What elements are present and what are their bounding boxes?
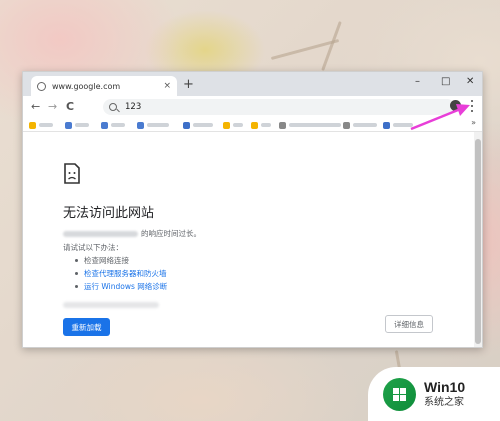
bookmark-item[interactable] (223, 120, 243, 130)
tab-title: www.google.com (52, 81, 121, 91)
close-tab-icon[interactable]: × (163, 81, 171, 91)
back-button[interactable]: ← (31, 99, 40, 115)
suggestions-label: 请试试以下办法： (63, 243, 123, 252)
browser-window: www.google.com × + – □ ✕ ← → C 123 » 无法访… (22, 71, 483, 348)
bookmarks-bar: » (23, 118, 482, 132)
bookmark-item[interactable] (343, 120, 377, 130)
maximize-button[interactable]: □ (441, 75, 450, 89)
bookmark-item[interactable] (65, 120, 89, 130)
close-window-button[interactable]: ✕ (466, 75, 474, 89)
bookmark-item[interactable] (101, 120, 125, 130)
globe-icon (37, 81, 46, 91)
badge-title: Win10 (424, 378, 466, 395)
error-title: 无法访问此网站 (63, 206, 155, 221)
sad-page-icon (64, 163, 80, 184)
forward-button[interactable]: → (48, 99, 57, 115)
address-bar[interactable]: 123 (103, 99, 455, 115)
scrollbar-thumb[interactable] (475, 139, 481, 344)
minimize-button[interactable]: – (415, 75, 420, 89)
search-icon (109, 103, 117, 111)
bookmark-item[interactable] (279, 120, 341, 130)
address-bar-value: 123 (125, 102, 142, 112)
tab-strip: www.google.com × + – □ ✕ (23, 72, 482, 96)
bullet-icon (75, 259, 78, 262)
bookmarks-more-icon[interactable]: » (471, 118, 476, 127)
bookmark-item[interactable] (183, 120, 213, 130)
more-menu-icon[interactable] (470, 99, 474, 113)
background-branch (321, 21, 342, 71)
error-description-text: 的响应时间过长。 (141, 229, 201, 238)
reload-button[interactable]: C (66, 99, 74, 115)
suggestion-item: 检查网络连接 (75, 254, 167, 267)
blurred-error-code (63, 302, 159, 308)
suggestions-list: 检查网络连接 检查代理服务器和防火墙 运行 Windows 网络诊断 (75, 254, 167, 293)
suggestion-link[interactable]: 运行 Windows 网络诊断 (75, 280, 167, 293)
bookmark-item[interactable] (137, 120, 169, 130)
bookmark-item[interactable] (29, 120, 53, 130)
bullet-icon (75, 272, 78, 275)
blurred-hostname (63, 230, 138, 237)
browser-tab[interactable]: www.google.com × (31, 76, 177, 96)
details-button[interactable]: 详细信息 (385, 315, 433, 333)
bullet-icon (75, 285, 78, 288)
windows-logo-icon (383, 377, 416, 411)
error-description: 的响应时间过长。 (63, 228, 201, 239)
error-page: 无法访问此网站 的响应时间过长。 请试试以下办法： 检查网络连接 检查代理服务器… (23, 132, 482, 347)
win10-badge: Win10 系统之家 (368, 367, 500, 421)
bookmark-item[interactable] (251, 120, 271, 130)
bookmark-item[interactable] (383, 120, 413, 130)
reload-page-button[interactable]: 重新加载 (63, 318, 110, 336)
browser-toolbar: ← → C 123 (23, 96, 482, 118)
new-tab-button[interactable]: + (183, 77, 194, 93)
suggestion-link[interactable]: 检查代理服务器和防火墙 (75, 267, 167, 280)
profile-avatar-icon[interactable] (450, 100, 461, 111)
badge-subtitle: 系统之家 (424, 396, 464, 408)
